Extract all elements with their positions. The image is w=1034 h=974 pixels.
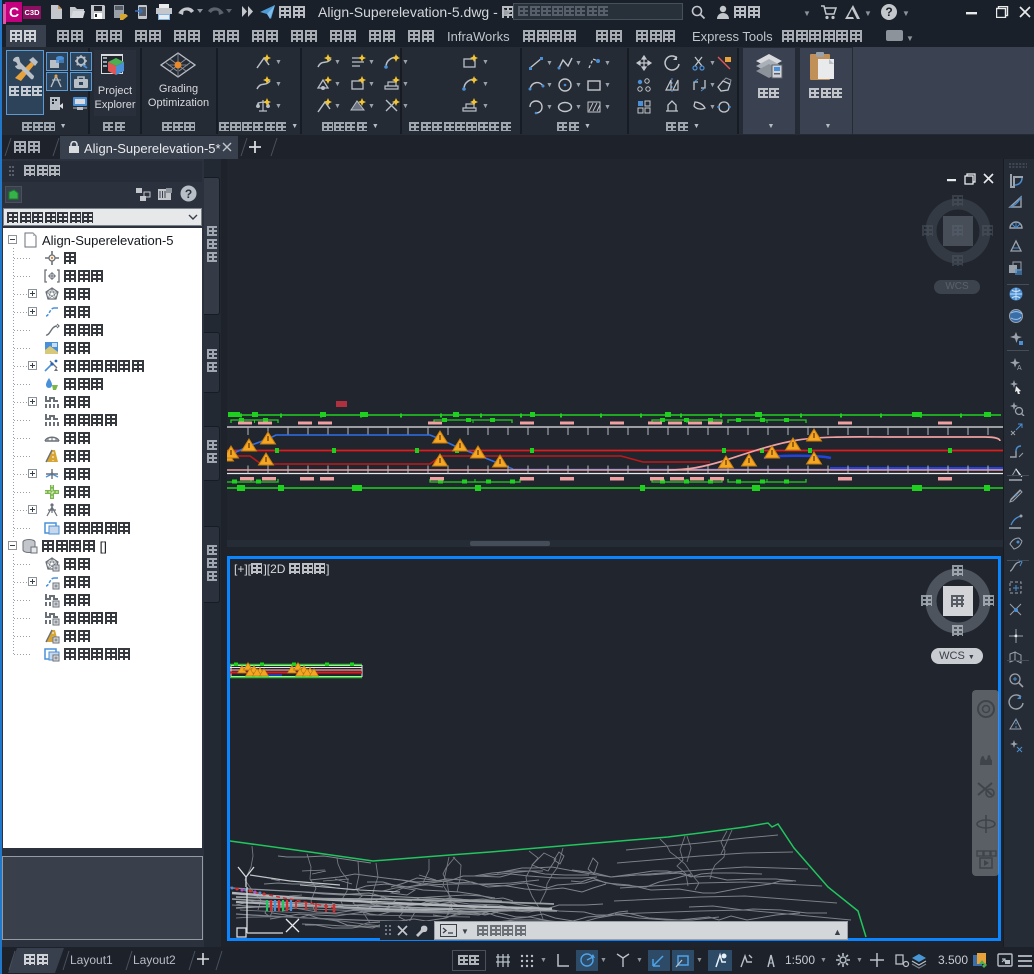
svg-text:A: A	[1017, 365, 1022, 372]
svg-text:?: ?	[885, 5, 892, 19]
svg-text:?: ?	[185, 187, 192, 201]
